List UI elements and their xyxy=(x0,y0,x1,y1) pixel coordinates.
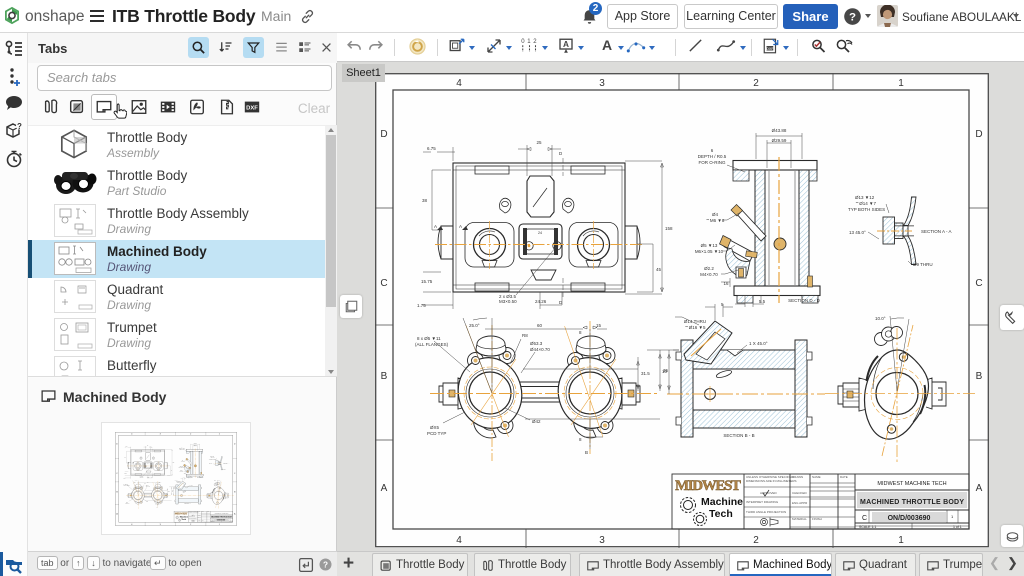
svg-text:1: 1 xyxy=(527,39,531,45)
svg-text:0: 0 xyxy=(521,39,525,45)
svg-text:A: A xyxy=(563,40,569,49)
svg-text:DXF: DXF xyxy=(766,47,774,51)
svg-text:?: ? xyxy=(849,12,856,24)
svg-text:?: ? xyxy=(17,122,22,131)
svg-text:?: ? xyxy=(323,561,328,570)
svg-text:A: A xyxy=(602,37,612,53)
svg-text:DXF: DXF xyxy=(246,106,258,112)
svg-text:2: 2 xyxy=(533,39,537,45)
